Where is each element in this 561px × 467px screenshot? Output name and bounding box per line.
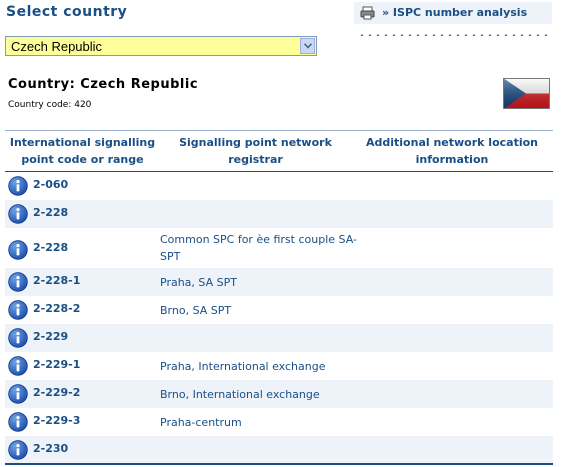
ispc-number-analysis-link[interactable]: » ISPC number analysis bbox=[382, 6, 527, 19]
table-row: 2-230 bbox=[5, 436, 553, 464]
signalling-point-code: 2-230 bbox=[33, 442, 69, 455]
info-icon[interactable] bbox=[8, 176, 28, 196]
info-icon[interactable] bbox=[8, 272, 28, 292]
header-network-registrar: Signalling point network registrar bbox=[179, 136, 332, 166]
info-icon[interactable] bbox=[8, 412, 28, 432]
signalling-point-code: 2-228 bbox=[33, 206, 69, 219]
dropdown-arrow-button[interactable] bbox=[300, 38, 315, 54]
signalling-point-code: 2-229-3 bbox=[33, 414, 81, 427]
table-row: 2-229-3 Praha-centrum bbox=[5, 408, 553, 436]
signalling-point-code: 2-229 bbox=[33, 330, 69, 343]
czech-flag-icon bbox=[503, 78, 550, 109]
table-row: 2-060 bbox=[5, 172, 553, 200]
printer-icon bbox=[360, 6, 375, 20]
info-icon[interactable] bbox=[8, 440, 28, 460]
dotted-divider bbox=[358, 34, 552, 36]
network-registrar: Brno, SA SPT bbox=[160, 304, 232, 317]
network-registrar: Brno, International exchange bbox=[160, 388, 320, 401]
info-icon[interactable] bbox=[8, 356, 28, 376]
network-registrar: Common SPC for èe first couple SA-SPT bbox=[160, 233, 357, 263]
info-icon[interactable] bbox=[8, 328, 28, 348]
signalling-point-code: 2-060 bbox=[33, 178, 69, 191]
table-row: 2-228-2 Brno, SA SPT bbox=[5, 296, 553, 324]
table-row: 2-229-1 Praha, International exchange bbox=[5, 352, 553, 380]
signalling-point-code: 2-229-1 bbox=[33, 358, 81, 371]
country-select-value: Czech Republic bbox=[11, 39, 103, 54]
table-row: 2-228 Common SPC for èe first couple SA-S… bbox=[5, 228, 553, 268]
table-row: 2-228-1 Praha, SA SPT bbox=[5, 268, 553, 296]
header-signalling-point-code: International signalling point code or r… bbox=[9, 136, 156, 166]
network-registrar: Praha-centrum bbox=[160, 416, 242, 429]
ispc-link-box[interactable]: » ISPC number analysis bbox=[354, 2, 552, 24]
header-additional-location-info: Additional network location information bbox=[366, 136, 538, 166]
chevron-down-icon bbox=[304, 43, 312, 49]
network-registrar: Praha, SA SPT bbox=[160, 276, 237, 289]
info-icon[interactable] bbox=[8, 384, 28, 404]
signalling-point-code: 2-228-2 bbox=[33, 302, 81, 315]
signalling-point-code: 2-228 bbox=[33, 241, 69, 254]
table-row: 2-229 bbox=[5, 324, 553, 352]
info-icon[interactable] bbox=[8, 300, 28, 320]
country-heading: Country: Czech Republic bbox=[8, 77, 199, 92]
country-select[interactable]: Czech Republic bbox=[5, 36, 317, 56]
select-country-title: Select country bbox=[6, 4, 128, 20]
table-bottom-border bbox=[5, 463, 553, 465]
network-registrar: Praha, International exchange bbox=[160, 360, 326, 373]
signalling-point-code: 2-228-1 bbox=[33, 274, 81, 287]
country-code: Country code: 420 bbox=[8, 100, 92, 110]
table-header: International signalling point code or r… bbox=[5, 131, 553, 171]
signalling-point-code: 2-229-2 bbox=[33, 386, 81, 399]
info-icon[interactable] bbox=[8, 240, 28, 260]
table-row: 2-228 bbox=[5, 200, 553, 228]
table-row: 2-229-2 Brno, International exchange bbox=[5, 380, 553, 408]
info-icon[interactable] bbox=[8, 204, 28, 224]
